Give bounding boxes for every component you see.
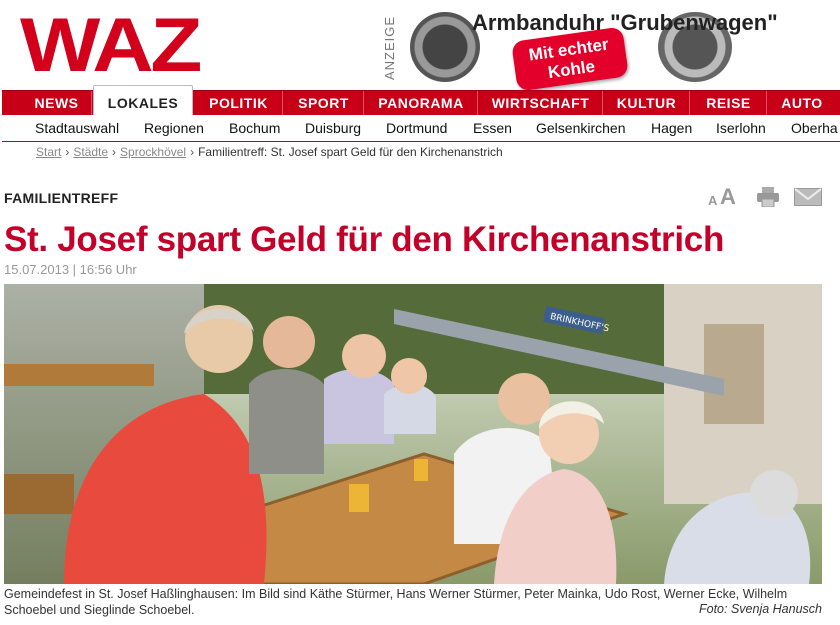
ad-title: Armbanduhr "Grubenwagen" (472, 10, 778, 35)
nav-item-politik[interactable]: POLITIK (195, 91, 283, 116)
article-photo[interactable]: BRINKHOFF'S (4, 284, 822, 584)
article-date: 15.07.2013 | 16:56 Uhr (4, 262, 137, 277)
breadcrumb-link-staedte[interactable]: Städte (73, 145, 108, 159)
photo-illustration: BRINKHOFF'S (4, 284, 822, 584)
nav-item-sport[interactable]: SPORT (284, 91, 364, 116)
nav-item-kultur[interactable]: KULTUR (604, 91, 690, 116)
subnav-item-gelsenkirchen[interactable]: Gelsenkirchen (536, 115, 626, 141)
nav-item-reise[interactable]: REISE (691, 91, 767, 116)
nav-item-auto[interactable]: AUTO (768, 91, 836, 116)
breadcrumb: Start › Städte › Sprockhövel › Familientreff: … (36, 145, 503, 159)
subnav-item-stadtauswahl[interactable]: Stadtauswahl (35, 115, 119, 141)
article-tools: A A (706, 184, 826, 210)
nav-item-lokales[interactable]: LOKALES (93, 85, 193, 117)
breadcrumb-link-sprockhoevel[interactable]: Sprockhövel (120, 145, 186, 159)
subnav-item-regionen[interactable]: Regionen (144, 115, 204, 141)
photo-credit: Foto: Svenja Hanusch (699, 602, 822, 616)
article-kicker: FAMILIENTREFF (4, 190, 119, 206)
subnav-item-iserlohn[interactable]: Iserlohn (716, 115, 766, 141)
font-decrease-button[interactable]: A (708, 193, 717, 208)
subnav-item-oberhausen[interactable]: Oberha (791, 115, 838, 141)
waz-logo[interactable]: WAZ (20, 8, 202, 84)
subnav-item-dortmund[interactable]: Dortmund (386, 115, 447, 141)
font-increase-button[interactable]: A (720, 184, 736, 210)
watch-image-left (410, 12, 480, 82)
advertisement-banner[interactable]: ANZEIGE Armbanduhr "Grubenwagen" Mit ech… (382, 8, 778, 92)
mail-icon[interactable] (794, 188, 822, 206)
breadcrumb-link-start[interactable]: Start (36, 145, 61, 159)
subnav-item-duisburg[interactable]: Duisburg (305, 115, 361, 141)
ad-badge: Mit echter Kohle (511, 26, 629, 92)
city-subnavigation: Stadtauswahl Regionen Bochum Duisburg Do… (2, 115, 840, 142)
main-navigation: NEWS LOKALES POLITIK SPORT PANORAMA WIRT… (2, 85, 840, 117)
nav-item-wirtschaft[interactable]: WIRTSCHAFT (479, 91, 603, 116)
breadcrumb-separator: › (65, 145, 70, 159)
ad-label: ANZEIGE (382, 15, 397, 81)
breadcrumb-separator: › (112, 145, 117, 159)
nav-item-news[interactable]: NEWS (22, 91, 92, 116)
breadcrumb-separator: › (190, 145, 195, 159)
subnav-item-hagen[interactable]: Hagen (651, 115, 692, 141)
printer-icon[interactable] (756, 187, 780, 208)
nav-item-panorama[interactable]: PANORAMA (365, 91, 478, 116)
breadcrumb-current: Familientreff: St. Josef spart Geld für … (198, 145, 503, 159)
subnav-item-essen[interactable]: Essen (473, 115, 512, 141)
article-headline: St. Josef spart Geld für den Kirchenanst… (4, 220, 725, 259)
subnav-item-bochum[interactable]: Bochum (229, 115, 280, 141)
